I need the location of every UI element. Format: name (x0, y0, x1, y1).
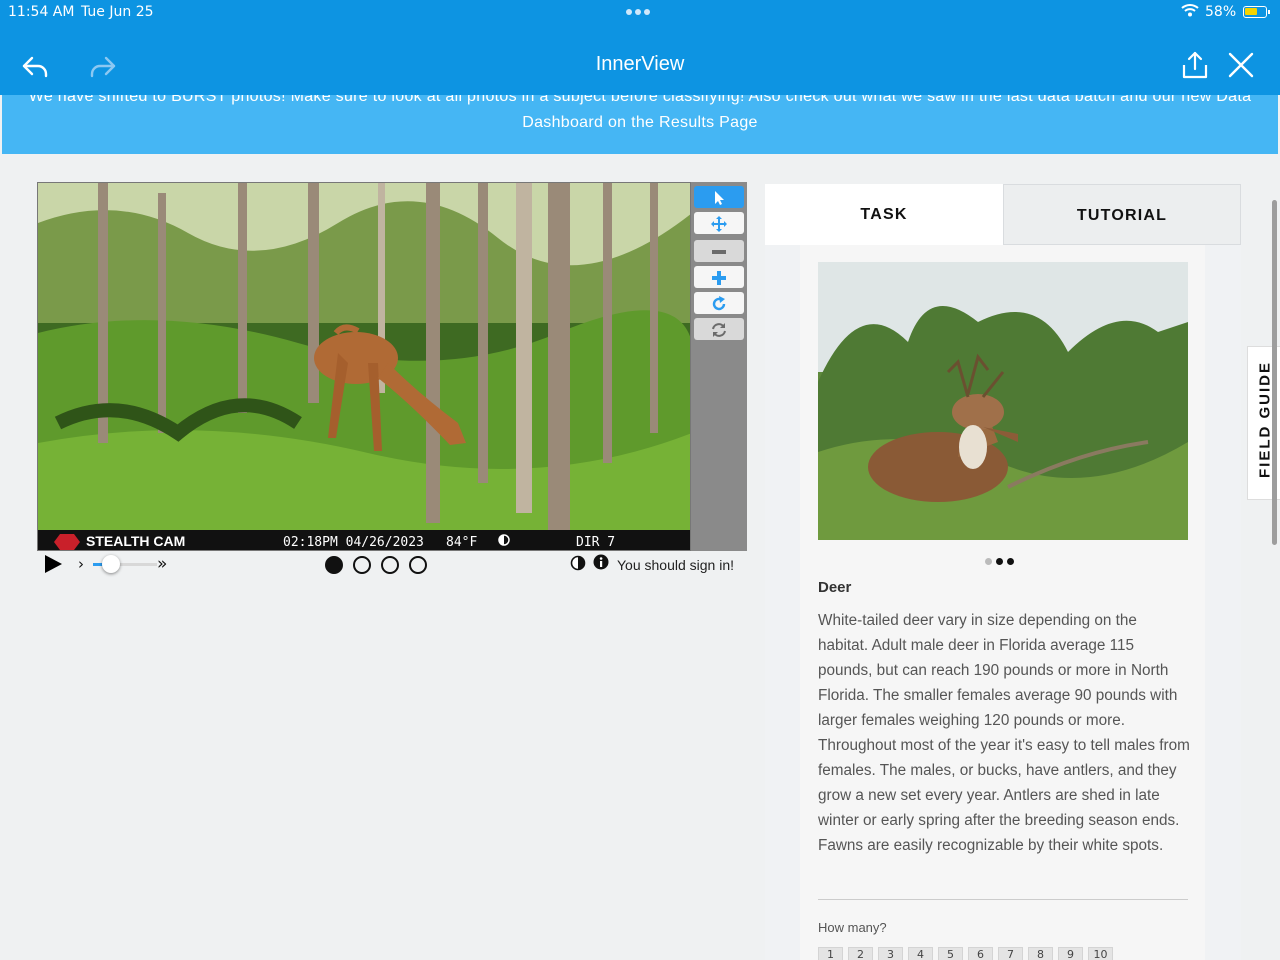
guide-example-image (818, 262, 1188, 540)
play-button[interactable] (43, 554, 63, 578)
field-guide-label: FIELD GUIDE (1256, 361, 1274, 479)
metadata-info-icon[interactable] (593, 554, 609, 574)
viewer-controls: › » You should sign in! (37, 551, 747, 579)
wifi-icon (1181, 3, 1199, 21)
how-many-label: How many? (818, 920, 887, 935)
rotate-button[interactable] (694, 292, 744, 314)
carousel-dot-3[interactable] (1007, 558, 1014, 565)
divider (818, 899, 1188, 900)
count-button-10[interactable]: 10 (1088, 947, 1113, 960)
camera-brand: STEALTH CAM (86, 533, 185, 549)
banner-text: We have shifted to BURST photos! Make su… (28, 95, 1252, 131)
subject-viewer: STEALTH CAM 02:18PM 04/26/2023 84°F DIR … (37, 182, 747, 551)
pointer-tool-button[interactable] (694, 186, 744, 208)
animal-name: Deer (818, 579, 852, 596)
count-button-5[interactable]: 5 (938, 947, 963, 960)
move-tool-button[interactable] (694, 212, 744, 234)
close-icon[interactable] (1226, 50, 1256, 80)
count-button-9[interactable]: 9 (1058, 947, 1083, 960)
count-buttons: 1 2 3 4 5 6 7 8 9 10 (818, 947, 1118, 960)
guide-image-carousel (985, 550, 1018, 569)
move-icon (711, 215, 727, 232)
invert-contrast-icon[interactable] (570, 555, 586, 575)
frame-dot-2[interactable] (353, 556, 371, 574)
tab-task[interactable]: TASK (765, 184, 1003, 245)
carousel-dot-1[interactable] (985, 558, 992, 565)
frame-dot-4[interactable] (409, 556, 427, 574)
count-button-3[interactable]: 3 (878, 947, 903, 960)
sign-in-prompt[interactable]: You should sign in! (617, 557, 734, 573)
frame-selector (325, 556, 437, 575)
image-toolbar (691, 182, 747, 551)
faster-chevron-icon[interactable]: » (157, 554, 167, 574)
rotate-icon (712, 295, 726, 310)
frame-dot-1[interactable] (325, 556, 343, 574)
count-button-4[interactable]: 4 (908, 947, 933, 960)
count-button-7[interactable]: 7 (998, 947, 1023, 960)
status-time: 11:54 AM (8, 4, 75, 20)
reset-icon (712, 322, 726, 337)
count-button-6[interactable]: 6 (968, 947, 993, 960)
task-tabs: TASK TUTORIAL (765, 184, 1241, 245)
reset-button[interactable] (694, 318, 744, 340)
tab-tutorial[interactable]: TUTORIAL (1003, 184, 1241, 245)
battery-percent: 58% (1205, 4, 1237, 20)
count-button-1[interactable]: 1 (818, 947, 843, 960)
status-bar: 11:54 AM Tue Jun 25 58% (0, 0, 1280, 28)
slower-chevron-icon[interactable]: › (78, 555, 84, 573)
zoom-out-button[interactable] (694, 240, 744, 262)
camera-direction: DIR 7 (576, 535, 615, 550)
camera-timestamp: 02:18PM 04/26/2023 (283, 535, 424, 550)
count-button-8[interactable]: 8 (1028, 947, 1053, 960)
announcement-banner: We have shifted to BURST photos! Make su… (2, 95, 1278, 154)
nav-bar: InnerView (0, 28, 1280, 95)
battery-icon (1243, 6, 1270, 18)
pointer-icon (715, 190, 724, 205)
speed-slider-knob[interactable] (102, 555, 120, 573)
multitask-dots-icon[interactable] (626, 9, 654, 15)
animal-description: White-tailed deer vary in size depending… (818, 612, 1190, 854)
field-guide-panel: Deer White-tailed deer vary in size depe… (800, 245, 1205, 960)
page-title: InnerView (595, 53, 685, 75)
count-button-2[interactable]: 2 (848, 947, 873, 960)
zoom-in-icon (712, 270, 726, 285)
zoom-in-button[interactable] (694, 266, 744, 288)
scrollbar[interactable] (1272, 200, 1277, 545)
camera-temperature: 84°F (446, 535, 477, 550)
frame-dot-3[interactable] (381, 556, 399, 574)
play-icon (45, 555, 62, 573)
subject-image[interactable]: STEALTH CAM 02:18PM 04/26/2023 84°F DIR … (37, 182, 691, 551)
carousel-dot-2[interactable] (996, 558, 1003, 565)
status-date: Tue Jun 25 (81, 4, 154, 20)
zoom-out-icon (712, 249, 726, 254)
share-icon[interactable] (1180, 50, 1210, 80)
